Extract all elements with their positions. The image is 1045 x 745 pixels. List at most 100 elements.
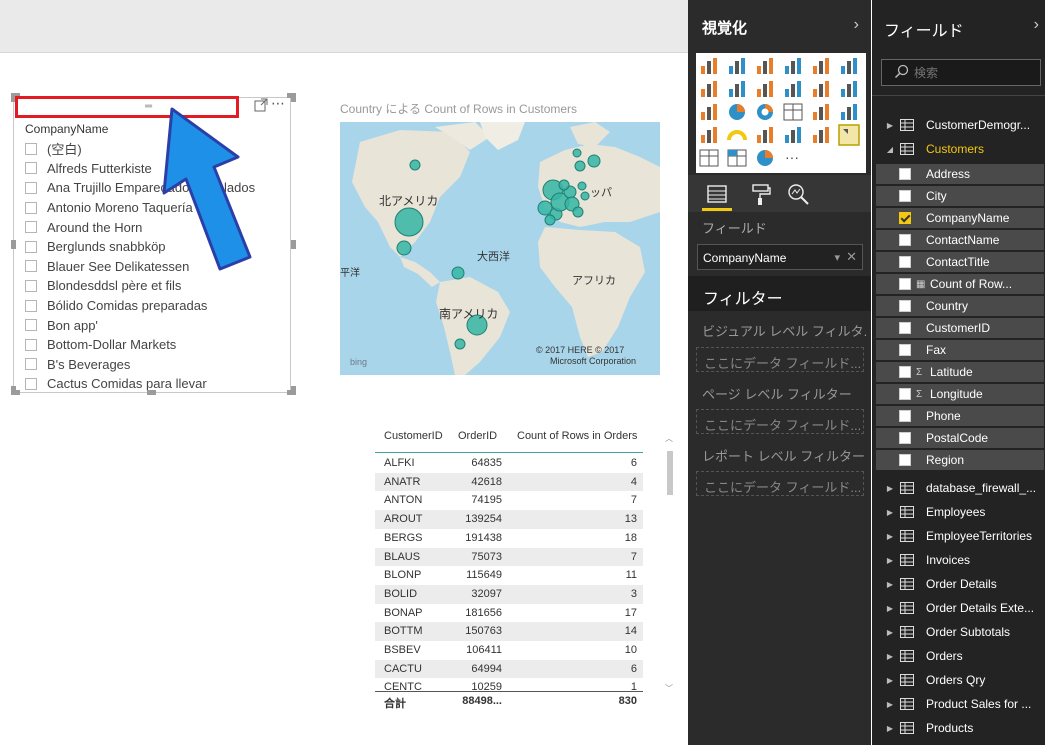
column-header-count[interactable]: Count of Rows in Orders xyxy=(517,430,637,442)
expand-right-icon[interactable]: ▶ xyxy=(880,121,900,130)
field-column[interactable]: ▦ Count of Row... xyxy=(876,274,1044,294)
globe-icon[interactable] xyxy=(754,147,776,169)
area-chart-icon[interactable] xyxy=(726,78,748,100)
table-row[interactable]: BSBEV 106411 10 xyxy=(375,641,643,660)
field-table-node[interactable]: ▶ Orders Qry xyxy=(872,669,1045,691)
field-column[interactable]: Country xyxy=(876,296,1044,316)
slicer-checkbox[interactable] xyxy=(25,338,37,351)
clustered-column-icon[interactable] xyxy=(782,55,804,77)
table-row[interactable]: AROUT 139254 13 xyxy=(375,510,643,529)
more-options-icon[interactable]: ⋯ xyxy=(271,98,285,112)
table-visual[interactable]: CustomerID OrderID Count of Rows in Orde… xyxy=(375,425,678,715)
slicer-checkbox[interactable] xyxy=(25,201,37,214)
field-checkbox[interactable] xyxy=(899,190,911,202)
field-column[interactable]: City xyxy=(876,186,1044,206)
slicer-checkbox[interactable] xyxy=(25,260,37,273)
map-visual[interactable]: 北アメリカ 南アメリカ 大西洋 アフリカ ッパ 平洋 © 2017 HERE ©… xyxy=(340,122,660,375)
column-header-orderid[interactable]: OrderID xyxy=(458,430,497,442)
field-checkbox[interactable] xyxy=(899,278,911,290)
field-column[interactable]: CustomerID xyxy=(876,318,1044,338)
expand-right-icon[interactable]: ▶ xyxy=(880,484,900,493)
expand-right-icon[interactable]: ▶ xyxy=(880,556,900,565)
report-filter-dropzone[interactable]: ここにデータ フィールド... xyxy=(696,471,864,496)
pie-chart-icon[interactable] xyxy=(726,101,748,123)
slicer-checkbox[interactable] xyxy=(25,299,37,312)
expand-right-icon[interactable]: ▶ xyxy=(880,580,900,589)
100-bar-icon[interactable] xyxy=(810,55,832,77)
field-column[interactable]: ContactTitle xyxy=(876,252,1044,272)
field-checkbox[interactable] xyxy=(899,322,911,334)
more-visuals-icon[interactable]: ··· xyxy=(782,147,804,169)
field-checkbox[interactable] xyxy=(899,454,911,466)
resize-handle-icon[interactable] xyxy=(147,390,156,395)
field-table-node[interactable]: ◢ Customers xyxy=(872,138,1045,160)
expand-right-icon[interactable]: ▶ xyxy=(880,604,900,613)
table-row[interactable]: ANTON 74195 7 xyxy=(375,491,643,510)
gauge-icon[interactable] xyxy=(726,124,748,146)
field-table-node[interactable]: ▶ Product Sales for ... xyxy=(872,693,1045,715)
paint-roller-icon[interactable] xyxy=(748,181,774,207)
stacked-column-icon[interactable] xyxy=(726,55,748,77)
field-table-node[interactable]: ▶ Products xyxy=(872,717,1045,739)
donut-icon[interactable] xyxy=(754,101,776,123)
kpi-icon[interactable] xyxy=(810,124,832,146)
field-checkbox[interactable] xyxy=(899,256,911,268)
funnel-icon[interactable] xyxy=(698,124,720,146)
scrollbar-thumb[interactable] xyxy=(667,451,673,495)
table-row[interactable]: CACTU 64994 6 xyxy=(375,659,643,679)
slicer-icon[interactable] xyxy=(838,124,860,146)
slicer-checkbox[interactable] xyxy=(25,377,37,390)
slicer-checkbox[interactable] xyxy=(25,279,37,292)
field-well-controls[interactable]: ▾ ✕ xyxy=(834,249,857,265)
matrix-icon[interactable] xyxy=(726,147,748,169)
field-column[interactable]: ContactName xyxy=(876,230,1044,250)
slicer-checkbox[interactable] xyxy=(25,240,37,253)
table-row[interactable]: ANATR 42618 4 xyxy=(375,472,643,492)
field-column[interactable]: CompanyName xyxy=(876,208,1044,228)
field-table-node[interactable]: ▶ Order Details Exte... xyxy=(872,597,1045,619)
field-table-node[interactable]: ▶ Order Subtotals xyxy=(872,621,1045,643)
resize-handle-icon[interactable] xyxy=(291,240,296,249)
resize-handle-icon[interactable] xyxy=(11,240,16,249)
table-row[interactable]: BONAP 181656 17 xyxy=(375,604,643,623)
expand-right-icon[interactable]: ▶ xyxy=(880,676,900,685)
field-well-companyname[interactable]: CompanyName ▾ ✕ xyxy=(697,244,863,270)
card-icon[interactable] xyxy=(754,124,776,146)
field-column[interactable]: Σ Latitude xyxy=(876,362,1044,382)
field-checkbox[interactable] xyxy=(899,168,911,180)
expand-right-icon[interactable]: ▶ xyxy=(880,532,900,541)
field-checkbox[interactable] xyxy=(899,212,911,224)
chevron-right-icon[interactable]: › xyxy=(854,16,859,34)
map-icon[interactable] xyxy=(810,101,832,123)
field-table-node[interactable]: ▶ Order Details xyxy=(872,573,1045,595)
field-column[interactable]: Σ Longitude xyxy=(876,384,1044,404)
scroll-up-icon[interactable]: ︿ xyxy=(665,433,673,444)
field-checkbox[interactable] xyxy=(899,388,911,400)
page-filter-dropzone[interactable]: ここにデータ フィールド... xyxy=(696,409,864,434)
slicer-item[interactable]: B's Beverages xyxy=(25,355,290,375)
slicer-checkbox[interactable] xyxy=(25,142,37,155)
slicer-checkbox[interactable] xyxy=(25,162,37,175)
resize-handle-icon[interactable] xyxy=(291,93,296,102)
table-row[interactable]: BOLID 32097 3 xyxy=(375,584,643,604)
field-checkbox[interactable] xyxy=(899,234,911,246)
stacked-area-icon[interactable] xyxy=(754,78,776,100)
column-header-customerid[interactable]: CustomerID xyxy=(384,430,443,442)
field-table-node[interactable]: ▶ CustomerDemogr... xyxy=(872,114,1045,136)
slicer-item[interactable]: Bon app' xyxy=(25,315,290,335)
table-row[interactable]: BLONP 115649 11 xyxy=(375,566,643,585)
slicer-checkbox[interactable] xyxy=(25,181,37,194)
scroll-down-icon[interactable]: ﹀ xyxy=(665,683,673,694)
field-table-node[interactable]: ▶ database_firewall_... xyxy=(872,477,1045,499)
scatter-icon[interactable] xyxy=(698,101,720,123)
expand-right-icon[interactable]: ▶ xyxy=(880,508,900,517)
field-checkbox[interactable] xyxy=(899,300,911,312)
expand-right-icon[interactable]: ▶ xyxy=(880,724,900,733)
treemap-icon[interactable] xyxy=(782,101,804,123)
expand-down-icon[interactable]: ◢ xyxy=(880,145,900,154)
field-column[interactable]: Phone xyxy=(876,406,1044,426)
fields-search-box[interactable] xyxy=(881,59,1041,86)
slicer-checkbox[interactable] xyxy=(25,319,37,332)
field-checkbox[interactable] xyxy=(899,410,911,422)
100-column-icon[interactable] xyxy=(838,55,860,77)
